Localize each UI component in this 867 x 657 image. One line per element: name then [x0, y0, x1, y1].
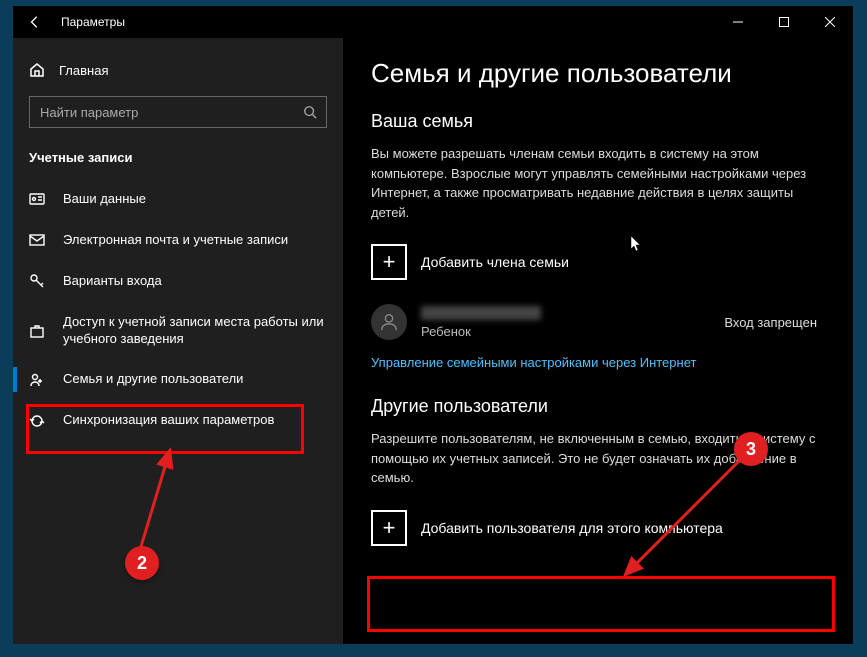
nav-work-access[interactable]: Доступ к учетной записи места работы или… — [13, 302, 343, 360]
window-title: Параметры — [57, 15, 715, 29]
search-input[interactable] — [30, 105, 294, 120]
page-heading: Семья и другие пользователи — [371, 58, 825, 89]
titlebar: Параметры — [13, 6, 853, 38]
sync-icon — [29, 413, 45, 429]
nav-family-users[interactable]: Семья и другие пользователи — [13, 359, 343, 400]
family-description: Вы можете разрешать членам семьи входить… — [371, 144, 821, 222]
member-role: Ребенок — [421, 324, 724, 339]
key-icon — [29, 273, 45, 289]
add-family-member-button[interactable]: + Добавить члена семьи — [371, 238, 825, 286]
nav-signin-options[interactable]: Варианты входа — [13, 261, 343, 302]
add-other-user-button[interactable]: + Добавить пользователя для этого компью… — [371, 504, 825, 552]
search-box[interactable] — [29, 96, 327, 128]
sidebar: Главная Учетные записи Ваши данные Элект… — [13, 38, 343, 644]
nav-label: Семья и другие пользователи — [63, 371, 327, 388]
others-heading: Другие пользователи — [371, 396, 825, 417]
sidebar-section-title: Учетные записи — [13, 144, 343, 179]
briefcase-icon — [29, 323, 45, 339]
home-icon — [29, 62, 45, 78]
nav-sync-settings[interactable]: Синхронизация ваших параметров — [13, 400, 343, 441]
add-other-label: Добавить пользователя для этого компьюте… — [421, 520, 723, 536]
member-name-redacted — [421, 306, 541, 320]
nav-your-info[interactable]: Ваши данные — [13, 179, 343, 220]
add-family-label: Добавить члена семьи — [421, 254, 569, 270]
mail-icon — [29, 232, 45, 248]
main-content: Семья и другие пользователи Ваша семья В… — [343, 38, 853, 644]
home-link[interactable]: Главная — [13, 54, 343, 90]
search-icon — [294, 105, 326, 119]
minimize-button[interactable] — [715, 6, 761, 38]
id-card-icon — [29, 191, 45, 207]
others-description: Разрешите пользователям, не включенным в… — [371, 429, 821, 488]
body-area: Главная Учетные записи Ваши данные Элект… — [13, 38, 853, 644]
avatar-icon — [371, 304, 407, 340]
nav-label: Синхронизация ваших параметров — [63, 412, 327, 429]
member-status: Вход запрещен — [724, 315, 825, 330]
nav-label: Ваши данные — [63, 191, 327, 208]
plus-icon: + — [371, 244, 407, 280]
settings-window: Параметры Главная Учетные записи Ваши да… — [13, 6, 853, 644]
close-button[interactable] — [807, 6, 853, 38]
family-heading: Ваша семья — [371, 111, 825, 132]
home-label: Главная — [59, 63, 108, 78]
nav-email-accounts[interactable]: Электронная почта и учетные записи — [13, 220, 343, 261]
manage-family-link[interactable]: Управление семейными настройками через И… — [371, 355, 696, 370]
family-member-row[interactable]: Ребенок Вход запрещен — [371, 300, 825, 354]
window-controls — [715, 6, 853, 38]
nav-label: Варианты входа — [63, 273, 327, 290]
plus-icon: + — [371, 510, 407, 546]
nav-label: Доступ к учетной записи места работы или… — [63, 314, 327, 348]
maximize-button[interactable] — [761, 6, 807, 38]
nav-label: Электронная почта и учетные записи — [63, 232, 327, 249]
people-icon — [29, 372, 45, 388]
back-button[interactable] — [13, 6, 57, 38]
member-info: Ребенок — [421, 306, 724, 339]
